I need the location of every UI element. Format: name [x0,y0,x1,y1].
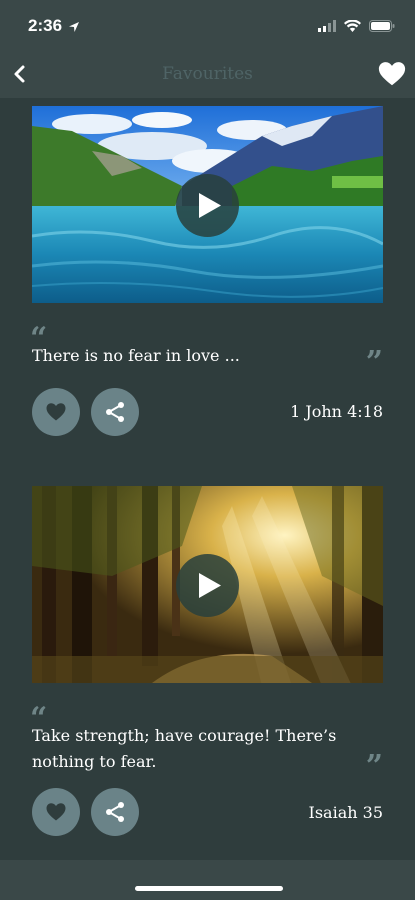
share-button[interactable] [91,388,139,436]
home-indicator[interactable] [135,886,283,891]
play-button[interactable] [176,174,239,237]
video-thumbnail-lake[interactable] [32,106,383,303]
status-bar: 2:36 [0,0,415,50]
status-icons [318,17,395,36]
status-time: 2:36 [28,16,63,35]
play-button[interactable] [176,554,239,617]
favourite-heart-button[interactable] [32,388,80,436]
favourites-list[interactable]: “ There is no fear in love ... ” 1 John … [0,98,415,860]
wifi-icon [344,17,361,36]
verse-text: There is no fear in love ... [32,346,240,365]
battery-icon [369,17,395,36]
share-button[interactable] [91,788,139,836]
cellular-signal-icon [318,17,336,36]
nav-bar: Favourites [0,50,415,98]
location-arrow-icon [68,18,80,37]
video-thumbnail-forest[interactable] [32,486,383,683]
heart-icon[interactable] [377,59,407,89]
verse-reference: 1 John 4:18 [290,402,383,421]
bottom-bar [0,860,415,900]
quote-close-icon: ” [365,345,383,380]
quote-close-icon: ” [365,749,383,784]
verse-reference: Isaiah 35 [308,803,383,822]
verse-text: Take strength; have courage! There’s not… [32,726,337,771]
page-title: Favourites [162,64,253,84]
favourite-heart-button[interactable] [32,788,80,836]
